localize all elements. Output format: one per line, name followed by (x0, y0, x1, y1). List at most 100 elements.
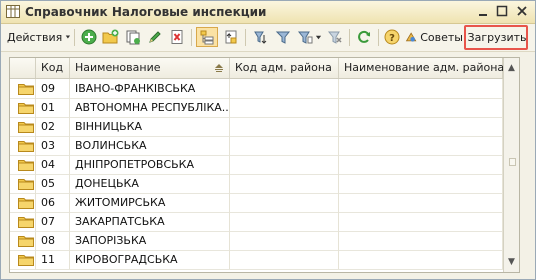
add-icon (81, 29, 97, 45)
table-row[interactable]: 04 ДНІПРОПЕТРОВСЬКА (10, 155, 503, 175)
help-icon: ? (384, 29, 400, 45)
table-row[interactable]: 06 ЖИТОМИРСЬКА (10, 193, 503, 213)
hierarchy-view-button[interactable] (196, 27, 218, 47)
filter-icon (254, 31, 267, 44)
column-header-name-label: Наименование (75, 61, 161, 74)
level-up-icon (225, 30, 237, 44)
cell-district-name (339, 155, 503, 174)
table-row[interactable]: 03 ВОЛИНСЬКА (10, 136, 503, 156)
cell-code: 05 (36, 174, 70, 193)
table-row[interactable]: 05 ДОНЕЦЬКА (10, 174, 503, 194)
minimize-icon[interactable] (475, 3, 492, 20)
cell-district-name (339, 212, 503, 231)
toolbar-separator (378, 29, 379, 46)
row-icon-cell (10, 79, 36, 98)
add-folder-icon (102, 29, 119, 44)
cell-district-code (230, 79, 339, 98)
cell-code: 09 (36, 79, 70, 98)
sort-ascending-icon (215, 64, 223, 72)
cell-name: АВТОНОМНА РЕСПУБЛІКА... (70, 98, 230, 117)
vertical-scrollbar[interactable]: ▲ ▼ (503, 58, 519, 272)
cell-name: КІРОВОГРАДСЬКА (70, 250, 230, 269)
refresh-button[interactable] (354, 27, 374, 47)
delete-mark-button[interactable] (167, 27, 187, 47)
table-icon (6, 5, 20, 18)
cell-name: ДОНЕЦЬКА (70, 174, 230, 193)
add-folder-button[interactable] (101, 27, 121, 47)
cell-code: 07 (36, 212, 70, 231)
load-button-highlight (464, 25, 528, 50)
table-row[interactable]: 08 ЗАПОРІЗЬКА (10, 231, 503, 251)
cell-district-code (230, 136, 339, 155)
cell-name: ДНІПРОПЕТРОВСЬКА (70, 155, 230, 174)
edit-button[interactable] (145, 27, 165, 47)
chevron-down-icon (65, 35, 71, 39)
cell-district-code (230, 155, 339, 174)
row-icon-cell (10, 174, 36, 193)
svg-text:?: ? (389, 33, 395, 44)
cell-code: 03 (36, 136, 70, 155)
table-row[interactable]: 01 АВТОНОМНА РЕСПУБЛІКА... (10, 98, 503, 118)
cell-district-code (230, 174, 339, 193)
column-header-name[interactable]: Наименование (70, 58, 230, 78)
copy-button[interactable] (123, 27, 143, 47)
tips-icon (405, 32, 417, 42)
folder-icon (18, 255, 34, 266)
column-header-district-code[interactable]: Код адм. района (230, 58, 339, 78)
help-button[interactable]: ? (382, 27, 402, 47)
table-header: Код Наименование Код адм. района Наимено… (10, 58, 504, 79)
row-icon-cell (10, 155, 36, 174)
funnel-icon (275, 31, 291, 44)
toolbar-separator (74, 29, 75, 46)
table-row[interactable]: 11 КІРОВОГРАДСЬКА (10, 250, 503, 270)
cell-code: 06 (36, 193, 70, 212)
row-icon-cell (10, 250, 36, 269)
row-icon-cell (10, 136, 36, 155)
folder-icon (18, 198, 34, 209)
filter-list-icon (297, 31, 312, 44)
cell-name: ІВАНО-ФРАНКІВСЬКА (70, 79, 230, 98)
cell-district-code (230, 193, 339, 212)
cell-name: ВОЛИНСЬКА (70, 136, 230, 155)
actions-menu-button[interactable]: Действия (7, 27, 71, 47)
close-icon[interactable] (514, 3, 531, 20)
toolbar-separator (191, 29, 192, 46)
filter-selection-button[interactable] (250, 27, 270, 47)
maximize-icon[interactable] (494, 3, 511, 20)
row-icon-cell (10, 193, 36, 212)
clear-filter-button[interactable] (325, 27, 345, 47)
pencil-icon (149, 31, 161, 43)
toolbar-separator (349, 29, 350, 46)
cell-district-name (339, 79, 503, 98)
column-header-icon (10, 58, 36, 78)
row-icon-cell (10, 231, 36, 250)
cell-code: 02 (36, 117, 70, 136)
filter-set-button[interactable] (273, 27, 293, 47)
table-row[interactable]: 09 ІВАНО-ФРАНКІВСЬКА (10, 79, 503, 99)
table-row[interactable]: 07 ЗАКАРПАТСЬКА (10, 212, 503, 232)
refresh-icon (358, 30, 370, 43)
scroll-grip-icon[interactable] (509, 158, 516, 166)
clear-filter-icon (327, 31, 342, 44)
cell-code: 01 (36, 98, 70, 117)
cell-district-code (230, 98, 339, 117)
cell-district-name (339, 174, 503, 193)
scroll-down-icon[interactable]: ▼ (504, 254, 519, 270)
scroll-up-icon[interactable]: ▲ (504, 60, 519, 76)
filter-list-button[interactable] (295, 27, 323, 47)
folder-icon (18, 103, 34, 114)
folder-icon (18, 84, 34, 95)
chevron-down-icon (315, 35, 321, 39)
row-icon-cell (10, 212, 36, 231)
cell-district-code (230, 117, 339, 136)
tips-button[interactable]: Советы (405, 27, 463, 47)
add-button[interactable] (79, 27, 99, 47)
table-row[interactable]: 02 ВІННИЦЬКА (10, 117, 503, 137)
folder-icon (18, 122, 34, 133)
level-up-button[interactable] (221, 27, 241, 47)
column-header-code[interactable]: Код (36, 58, 70, 78)
tips-label: Советы (420, 30, 463, 44)
cell-district-name (339, 193, 503, 212)
column-header-district-name[interactable]: Наименование адм. района (339, 58, 504, 78)
cell-district-code (230, 212, 339, 231)
